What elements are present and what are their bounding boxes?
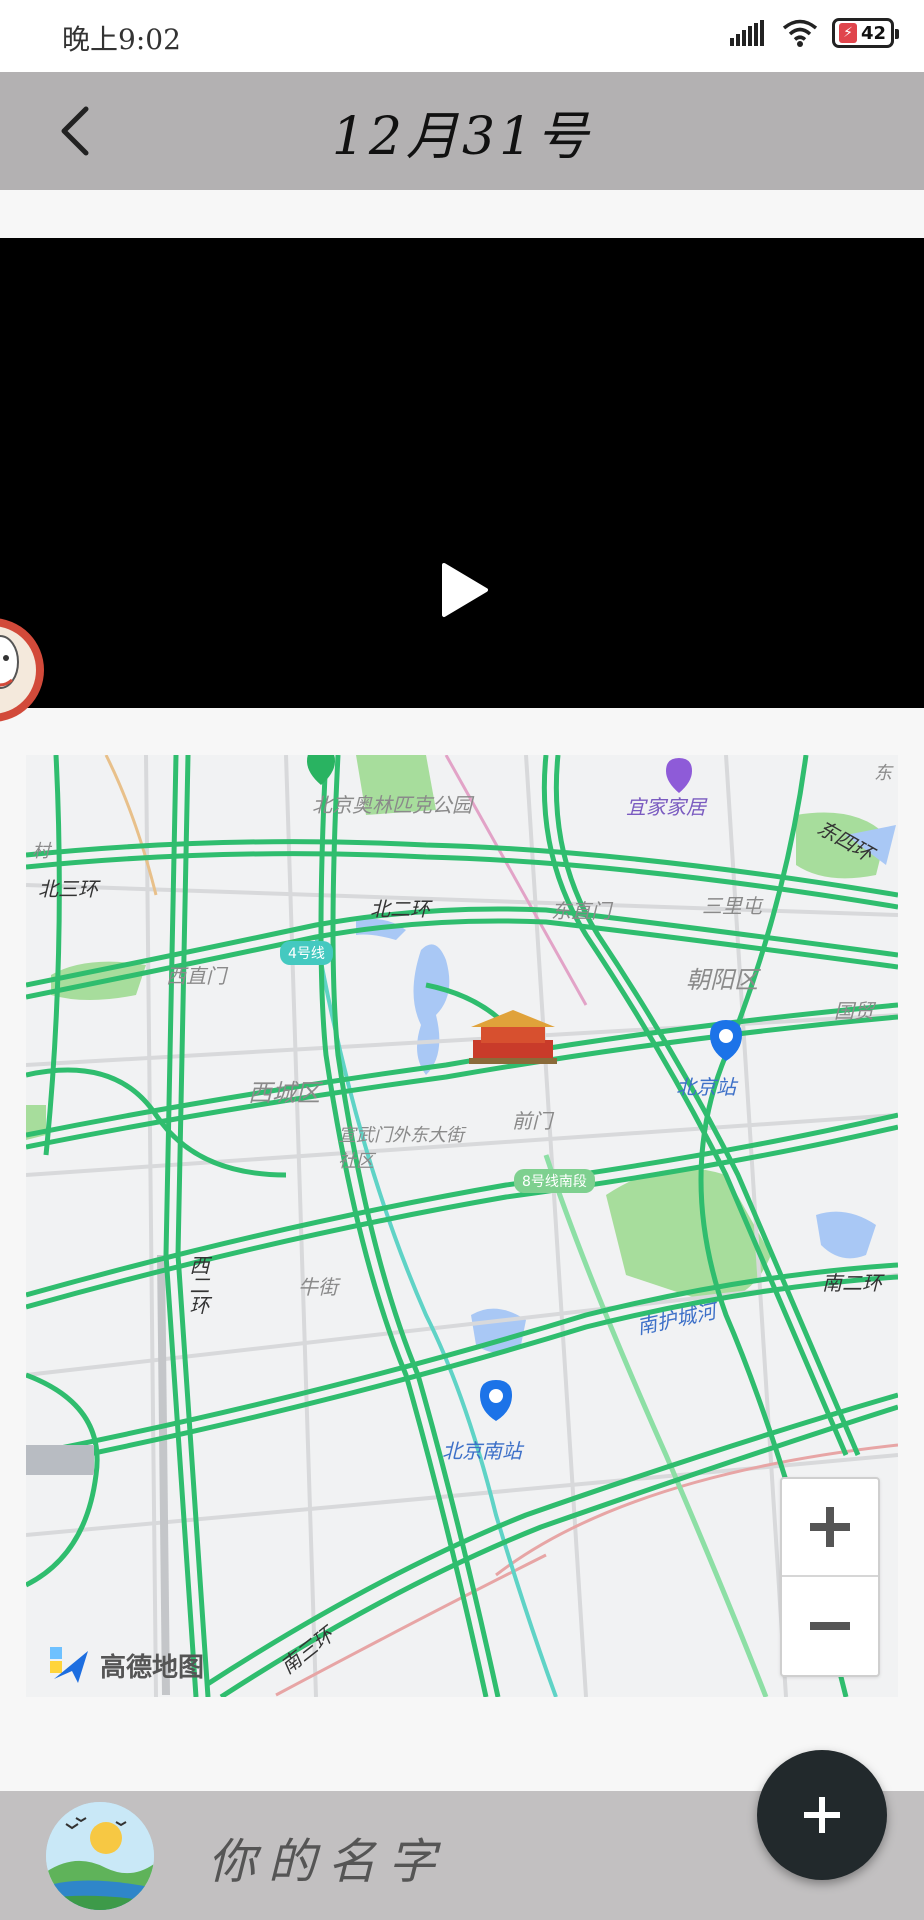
map-label-xuanwumenwai: 宣武门外东大街社区 xyxy=(338,1125,464,1172)
map-label-sanlitun: 三里屯 xyxy=(702,894,762,918)
add-fab-button[interactable] xyxy=(757,1750,887,1880)
back-button[interactable] xyxy=(40,98,110,164)
map-label-niujie: 牛街 xyxy=(298,1275,338,1299)
plus-icon xyxy=(804,1797,840,1833)
map-label-dongzhimen: 东直门 xyxy=(551,899,611,923)
landscape-avatar-icon xyxy=(46,1802,154,1910)
wifi-icon xyxy=(782,19,818,47)
map-view[interactable]: 北京奥林匹克公园 宜家家居 北三环 北二环 东四环 东直门 三里屯 西直门 朝阳… xyxy=(26,755,898,1697)
map-label-south-second-ring: 南二环 xyxy=(822,1271,882,1295)
back-arrow-icon xyxy=(61,106,89,156)
map-label-beijing-station: 北京站 xyxy=(676,1075,736,1099)
zoom-in-button[interactable] xyxy=(782,1479,878,1577)
map-label-qianmen: 前门 xyxy=(512,1109,552,1133)
user-avatar[interactable] xyxy=(46,1802,154,1910)
status-indicators: ⚡ 42 xyxy=(730,18,899,48)
amap-logo-icon xyxy=(50,1647,88,1683)
map-label-east: 东 xyxy=(874,763,892,784)
map-label-guomao: 国贸 xyxy=(834,999,874,1023)
map-label-beijing-south-station: 北京南站 xyxy=(442,1439,522,1463)
map-label-west-second-ring: 西二环 xyxy=(186,1255,210,1315)
minus-icon xyxy=(810,1622,850,1630)
zoom-out-button[interactable] xyxy=(782,1577,878,1675)
map-label-chaoyang-district: 朝阳区 xyxy=(686,966,758,994)
page-title: 12月31号 xyxy=(331,106,593,167)
play-icon[interactable] xyxy=(440,562,490,618)
zoom-control xyxy=(780,1477,880,1677)
map-label-north-second-ring: 北二环 xyxy=(370,897,430,921)
battery-level: 42 xyxy=(860,22,886,44)
map-label-north-third-ring: 北三环 xyxy=(38,877,98,901)
signal-icon xyxy=(730,20,764,46)
amap-logo-text: 高德地图 xyxy=(100,1652,205,1683)
map-label-village: 村 xyxy=(32,841,50,862)
plus-icon xyxy=(810,1507,850,1547)
map-roads xyxy=(26,755,898,1697)
map-label-xizhimen: 西直门 xyxy=(166,964,226,988)
metro-line8-tag: 8号线南段 xyxy=(514,1169,595,1193)
video-player[interactable] xyxy=(0,238,924,708)
charging-bolt-icon: ⚡ xyxy=(839,23,857,43)
status-bar: 晚上9:02 ⚡ 42 xyxy=(0,0,924,72)
amap-logo: 高德地图 xyxy=(48,1645,204,1685)
status-time: 晚上9:02 xyxy=(62,23,181,56)
title-bar: 12月31号 xyxy=(0,72,924,190)
map-label-xicheng-district: 西城区 xyxy=(248,1079,320,1107)
metro-line4-tag: 4号线 xyxy=(280,941,333,965)
rabbit-sticker-icon xyxy=(0,618,44,722)
user-name: 你的名字 xyxy=(208,1834,449,1890)
map-label-olympic-park: 北京奥林匹克公园 xyxy=(312,793,472,817)
battery-indicator: ⚡ 42 xyxy=(832,18,899,48)
map-label-ikea: 宜家家居 xyxy=(626,795,706,819)
